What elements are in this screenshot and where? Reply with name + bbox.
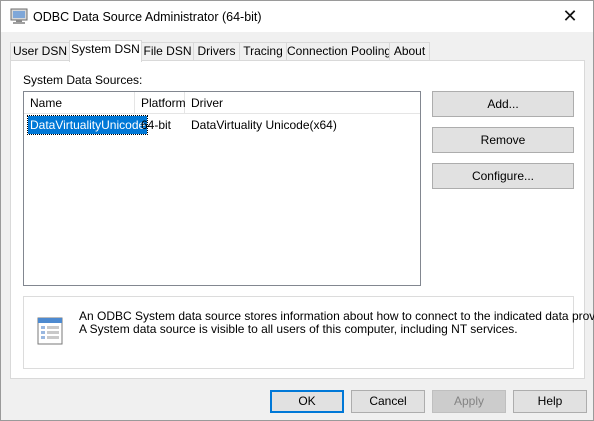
tab-connection-pooling[interactable]: Connection Pooling (286, 42, 391, 61)
tab-tracing[interactable]: Tracing (239, 42, 287, 61)
ok-button[interactable]: OK (270, 390, 344, 413)
title-bar[interactable]: ODBC Data Source Administrator (64-bit) … (1, 1, 593, 32)
help-button[interactable]: Help (513, 390, 587, 413)
close-icon: ✕ (562, 6, 578, 26)
info-description: An ODBC System data source stores inform… (79, 310, 594, 336)
tab-file-dsn[interactable]: File DSN (141, 42, 194, 61)
info-line-2: A System data source is visible to all u… (79, 322, 518, 336)
column-header-driver[interactable]: Driver (185, 92, 420, 114)
column-header-platform[interactable]: Platform (135, 92, 186, 114)
tab-drivers[interactable]: Drivers (193, 42, 240, 61)
system-data-sources-label: System Data Sources: (23, 73, 143, 87)
list-header: Name Platform Driver (24, 92, 420, 114)
dsn-driver-cell: DataVirtuality Unicode(x64) (191, 118, 337, 132)
dsn-platform-cell: 64-bit (141, 118, 172, 132)
odbc-admin-icon (10, 8, 28, 24)
add-button[interactable]: Add... (432, 91, 574, 117)
info-box: An ODBC System data source stores inform… (23, 296, 594, 369)
system-dsn-panel: System Data Sources: Name Platform Drive… (10, 60, 594, 379)
window-title: ODBC Data Source Administrator (64-bit) (33, 10, 262, 24)
dsn-name-cell[interactable]: DataVirtualityUnicode (26, 115, 149, 135)
column-header-name[interactable]: Name (24, 92, 135, 114)
cancel-button[interactable]: Cancel (351, 390, 425, 413)
data-source-info-icon (37, 317, 63, 345)
apply-button[interactable]: Apply (432, 390, 506, 413)
tab-user-dsn[interactable]: User DSN (10, 42, 70, 61)
remove-button[interactable]: Remove (432, 127, 574, 153)
tab-system-dsn[interactable]: System DSN (69, 40, 142, 62)
configure-button[interactable]: Configure... (432, 163, 574, 189)
list-item[interactable]: DataVirtualityUnicode 64-bit DataVirtual… (24, 115, 420, 136)
odbc-admin-window: ODBC Data Source Administrator (64-bit) … (0, 0, 594, 421)
tab-about[interactable]: About (389, 42, 430, 61)
close-button[interactable]: ✕ (547, 1, 593, 32)
data-sources-list[interactable]: Name Platform Driver DataVirtualityUnico… (23, 91, 421, 286)
